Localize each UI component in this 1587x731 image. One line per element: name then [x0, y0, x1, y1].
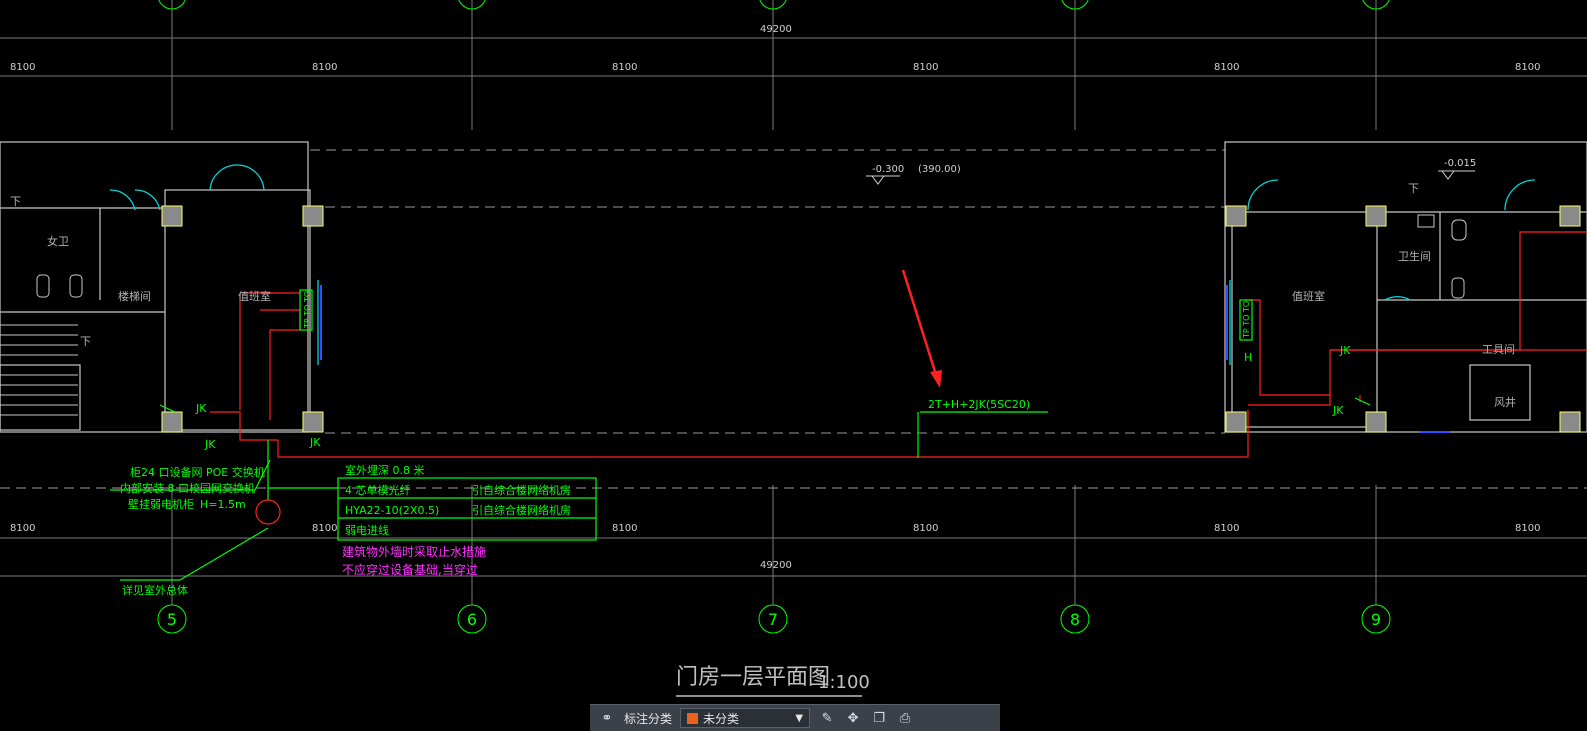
- magenta-line2: 不应穿过设备基础,当穿过: [342, 562, 478, 577]
- axis-labels: 5 6 7 8 9: [167, 610, 1381, 629]
- bay-dim: 8100: [312, 62, 337, 73]
- stair-down-label: 下: [1408, 182, 1419, 195]
- total-dim-top: 49200: [760, 24, 792, 35]
- color-swatch: [687, 712, 699, 724]
- print-icon[interactable]: ⎙: [896, 709, 914, 727]
- room-wind-shaft: 风井: [1494, 395, 1516, 409]
- room-female-toilet: 女卫: [47, 234, 69, 248]
- note-line1: 柜24 口设备网 POE 交换机: [130, 465, 265, 479]
- legend-header: 室外埋深 0.8 米: [345, 463, 425, 477]
- green-annotation-lines: [110, 289, 1371, 581]
- dashed-outlines: [0, 149, 1587, 489]
- legend-row2-right: 引自综合楼网络机房: [472, 503, 571, 517]
- stair: [0, 324, 78, 416]
- toolbar-label: 标注分类: [624, 711, 673, 726]
- note-bottom: 详见室外总体: [122, 583, 188, 597]
- room-duty-right: 值班室: [1292, 289, 1325, 303]
- outlet-labels: TP TO TO TP TO TO: [303, 291, 1251, 339]
- bay-dim: 8100: [913, 523, 938, 534]
- link-icon[interactable]: ⚭: [598, 709, 616, 727]
- red-arrow-annotation: [901, 269, 942, 388]
- bay-dim: 8100: [1515, 62, 1540, 73]
- bay-dim: 8100: [1214, 523, 1239, 534]
- bay-dim: 8100: [913, 62, 938, 73]
- room-stair: 楼梯间: [118, 289, 151, 303]
- axis-bubbles-top: [158, 0, 1390, 10]
- note-line3: 壁挂弱电机柜: [128, 497, 194, 511]
- copy-icon[interactable]: ❐: [870, 709, 888, 727]
- bay-dim: 8100: [1214, 62, 1239, 73]
- room-duty-left: 值班室: [238, 289, 271, 303]
- stair-down-label: 下: [10, 195, 21, 208]
- bay-dim: 8100: [312, 523, 337, 534]
- edit-icon[interactable]: ✎: [818, 709, 836, 727]
- room-tool: 工具间: [1482, 343, 1515, 356]
- jk-label: JK: [204, 438, 216, 451]
- toilet-fixtures: [36, 214, 1467, 299]
- jk-label: JK: [309, 436, 321, 449]
- right-building-walls: [1224, 141, 1587, 433]
- doors-windows: [109, 164, 1536, 365]
- bay-dim: 8100: [612, 523, 637, 534]
- bay-dim: 8100: [1515, 523, 1540, 534]
- room-labels: 女卫 楼梯间 值班室 值班室 卫生间 工具间 风井 下 下 下: [10, 182, 1516, 409]
- level-right: -0.015: [1444, 158, 1476, 169]
- axis-label-5: 5: [167, 610, 177, 629]
- cad-drawing-canvas[interactable]: 49200 8100 8100 8100 8100 8100 8100 8100…: [0, 0, 1587, 704]
- magenta-note: 建筑物外墙时采取止水措施 不应穿过设备基础,当穿过: [342, 544, 486, 577]
- columns: [161, 205, 1581, 433]
- window-blue: [320, 285, 1450, 433]
- total-dim-bottom: 49200: [760, 560, 792, 571]
- note-height: H=1.5m: [200, 498, 246, 511]
- level-marks: -0.300 (390.00) -0.015: [872, 158, 1476, 175]
- level-center: -0.300: [872, 164, 904, 175]
- chevron-down-icon: ▼: [795, 712, 804, 724]
- bay-dim: 8100: [612, 62, 637, 73]
- title-text: 门房一层平面图: [676, 665, 830, 690]
- category-select[interactable]: 未分类 ▼: [680, 708, 811, 728]
- legend-row1-left: 4 芯单模光纤: [345, 483, 411, 497]
- note-line2: 内部安装 8 口校园网交换机: [120, 481, 255, 495]
- annotation-toolbar: ⚭ 标注分类 未分类 ▼ ✎ ✥ ❐ ⎙: [590, 704, 1000, 731]
- legend-row1-right: 引自综合楼网络机房: [472, 483, 571, 497]
- axis-label-7: 7: [768, 610, 778, 629]
- jk-label: JK: [1339, 344, 1351, 357]
- drawing-title: 门房一层平面图 1:100: [676, 665, 870, 697]
- outlet-label-right: TP TO TO: [1242, 301, 1251, 339]
- legend-row2-left: HYA22-10(2X0.5): [345, 504, 439, 517]
- move-icon[interactable]: ✥: [844, 709, 862, 727]
- axis-label-8: 8: [1070, 610, 1080, 629]
- room-toilet: 卫生间: [1398, 249, 1431, 263]
- bay-dim: 8100: [10, 523, 35, 534]
- axis-label-9: 9: [1371, 610, 1381, 629]
- level-center-abs: (390.00): [918, 164, 961, 175]
- jk-label: JK: [195, 402, 207, 415]
- legend-row3-left: 弱电进线: [345, 523, 389, 537]
- cable-label: 2T+H+2JK(5SC20): [928, 398, 1030, 411]
- stair-down-label: 下: [80, 335, 91, 348]
- green-texts: 2T+H+2JK(5SC20) JK JK JK JK JK 柜24 口设备网 …: [120, 344, 1351, 597]
- bay-dim: 8100: [10, 62, 35, 73]
- h-label: H: [1244, 351, 1252, 364]
- outlet-label-left: TP TO TO: [303, 291, 312, 329]
- jk-label: JK: [1332, 404, 1344, 417]
- magenta-line1: 建筑物外墙时采取止水措施: [342, 544, 486, 559]
- title-scale: 1:100: [818, 672, 870, 693]
- category-select-value: 未分类: [703, 711, 740, 726]
- axis-label-6: 6: [467, 610, 477, 629]
